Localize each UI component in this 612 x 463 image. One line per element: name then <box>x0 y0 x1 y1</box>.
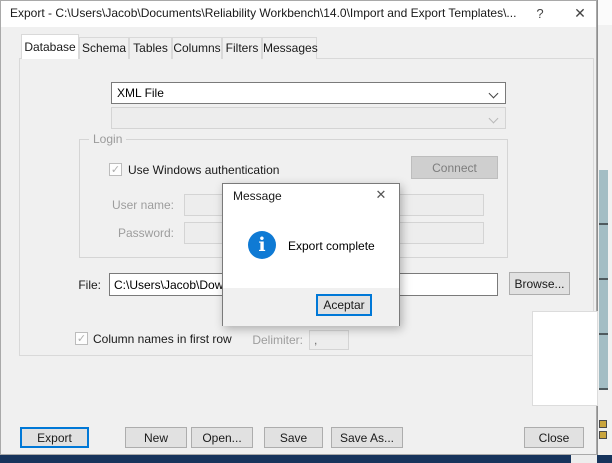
taskbar-strip <box>597 455 612 463</box>
tab-messages[interactable]: Messages <box>262 37 317 59</box>
windows-auth-label: Use Windows authentication <box>128 162 279 178</box>
browse-button[interactable]: Browse... <box>509 272 570 295</box>
accept-button[interactable]: Aceptar <box>316 294 372 316</box>
screen: Export - C:\Users\Jacob\Documents\Reliab… <box>0 0 612 463</box>
title-bar[interactable]: Export - C:\Users\Jacob\Documents\Reliab… <box>1 1 596 27</box>
save-as-button[interactable]: Save As... <box>331 427 403 448</box>
message-dialog-title: Message <box>233 189 282 203</box>
tab-tables[interactable]: Tables <box>129 37 172 59</box>
type-combobox-value: XML File <box>117 86 164 100</box>
close-icon[interactable]: ✕ <box>565 1 595 26</box>
background-app-icon <box>599 431 607 439</box>
delimiter-input <box>309 330 349 350</box>
background-grid-cells <box>599 170 608 390</box>
message-text: Export complete <box>288 239 375 253</box>
new-button[interactable]: New <box>125 427 187 448</box>
message-dialog-footer <box>223 288 399 326</box>
server-combobox <box>111 107 506 129</box>
chevron-down-icon <box>489 89 499 99</box>
side-panel <box>532 311 598 406</box>
tab-database[interactable]: Database <box>21 34 79 59</box>
background-app-icon <box>599 420 607 428</box>
colnames-checkbox[interactable]: ✓ <box>75 332 88 345</box>
open-button[interactable]: Open... <box>191 427 253 448</box>
username-label: User name: <box>94 197 174 213</box>
close-icon[interactable]: ✕ <box>367 184 395 206</box>
password-label: Password: <box>94 225 174 241</box>
delimiter-label: Delimiter: <box>246 332 303 348</box>
check-icon: ✓ <box>111 164 120 176</box>
chevron-down-icon <box>489 114 499 124</box>
close-button[interactable]: Close <box>524 427 584 448</box>
background-window-top <box>598 0 612 25</box>
login-group-legend: Login <box>89 132 126 147</box>
taskbar-strip <box>0 455 571 463</box>
info-icon: i <box>248 231 276 259</box>
export-button[interactable]: Export <box>20 427 89 448</box>
check-icon: ✓ <box>77 333 86 345</box>
file-label: File: <box>61 277 101 293</box>
type-combobox[interactable]: XML File <box>111 82 506 104</box>
colnames-label: Column names in first row <box>93 331 232 347</box>
connect-button[interactable]: Connect <box>411 156 498 179</box>
tab-columns[interactable]: Columns <box>172 37 222 59</box>
windows-auth-checkbox[interactable]: ✓ <box>109 163 122 176</box>
tab-schema[interactable]: Schema <box>79 37 129 59</box>
window-title: Export - C:\Users\Jacob\Documents\Reliab… <box>10 6 516 20</box>
message-dialog: Message ✕ i Export complete Aceptar <box>222 183 400 326</box>
tab-filters[interactable]: Filters <box>222 37 262 59</box>
save-button[interactable]: Save <box>264 427 323 448</box>
help-icon[interactable]: ? <box>525 1 555 26</box>
